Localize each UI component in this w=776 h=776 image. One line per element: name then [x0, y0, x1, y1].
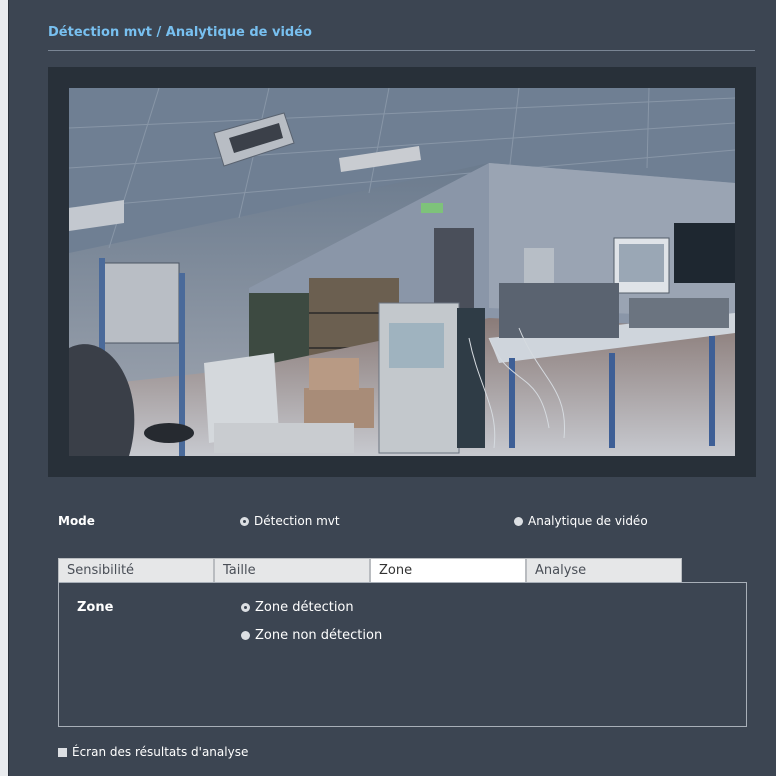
tab-zone[interactable]: Zone	[370, 558, 526, 582]
tab-analyse[interactable]: Analyse	[526, 558, 682, 582]
analysis-results-label: Écran des résultats d'analyse	[72, 745, 249, 759]
zone-option-label: Zone non détection	[255, 628, 383, 643]
radio-unselected-icon[interactable]	[241, 631, 250, 640]
analysis-results-toggle[interactable]: Écran des résultats d'analyse	[58, 745, 248, 759]
video-frame	[48, 67, 756, 477]
mode-option-label: Détection mvt	[254, 514, 340, 528]
zone-option-non-detection[interactable]: Zone non détection	[241, 628, 382, 643]
camera-live-view[interactable]	[69, 88, 735, 456]
mode-option-video-analytics[interactable]: Analytique de vidéo	[514, 514, 648, 528]
radio-selected-icon[interactable]	[240, 517, 249, 526]
radio-unselected-icon[interactable]	[514, 517, 523, 526]
zone-label: Zone	[77, 600, 114, 615]
zone-option-label: Zone détection	[255, 600, 354, 615]
mode-option-motion-detection[interactable]: Détection mvt	[240, 514, 340, 528]
tab-taille[interactable]: Taille	[214, 558, 370, 582]
radio-selected-icon[interactable]	[241, 603, 250, 612]
settings-panel: Détection mvt / Analytique de vidéo Mode…	[8, 0, 776, 776]
title-divider	[48, 50, 755, 51]
mode-option-label: Analytique de vidéo	[528, 514, 648, 528]
zone-option-detection[interactable]: Zone détection	[241, 600, 354, 615]
zone-tab-panel: Zone Zone détection Zone non détection	[58, 582, 747, 727]
camera-image	[69, 88, 735, 456]
section-title: Détection mvt / Analytique de vidéo	[48, 25, 312, 40]
mode-label: Mode	[58, 514, 95, 528]
tab-sensibilite[interactable]: Sensibilité	[58, 558, 214, 582]
checkbox-icon[interactable]	[58, 748, 67, 757]
